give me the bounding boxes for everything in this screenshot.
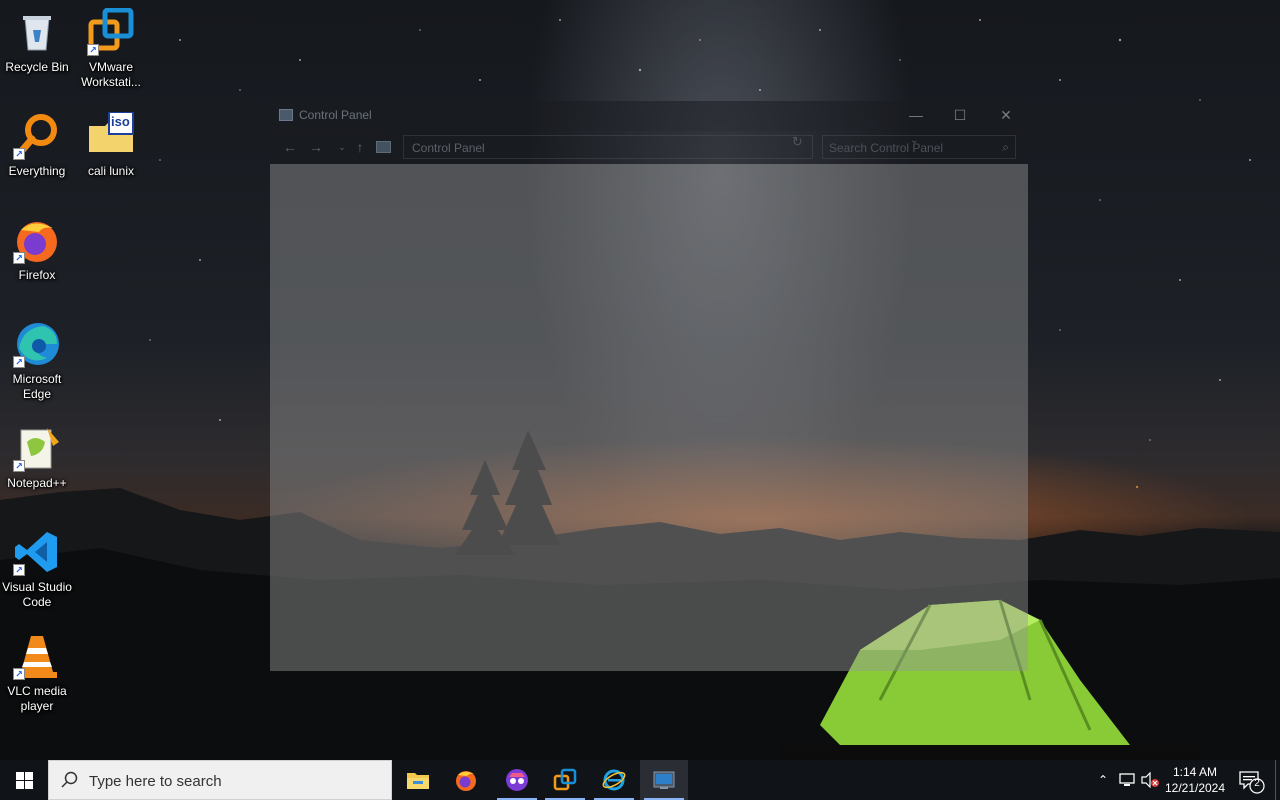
window-content-area[interactable] (270, 164, 1028, 671)
taskbar-incognito-browser[interactable] (493, 760, 541, 800)
desktop-icon-recycle-bin[interactable]: Recycle Bin (0, 8, 74, 75)
taskbar: Type here to search ⌃ 1:14 AM 12/21/2024 (0, 760, 1280, 800)
notification-count: 2 (1254, 778, 1260, 789)
action-center-button[interactable]: 2 (1232, 760, 1268, 800)
clock-time: 1:14 AM (1172, 765, 1218, 779)
incognito-browser-icon (506, 769, 528, 791)
desktop-icon-label: Notepad++ (7, 476, 67, 490)
desktop-icon-label: Everything (8, 164, 66, 178)
shortcut-arrow-icon: ↗ (13, 564, 25, 576)
window-titlebar[interactable]: Control Panel — ☐ ✕ (270, 101, 1028, 131)
desktop-icon-label: VLC media player (7, 684, 67, 713)
vlc-icon: ↗ (13, 632, 61, 680)
show-desktop-button[interactable] (1275, 760, 1280, 800)
shortcut-arrow-icon: ↗ (13, 356, 25, 368)
everything-search-icon: ↗ (13, 112, 61, 160)
taskbar-search-placeholder: Type here to search (89, 773, 222, 790)
edge-icon: ↗ (13, 320, 61, 368)
desktop-icon-vmware[interactable]: ↗ VMware Workstati... (74, 7, 148, 90)
shortcut-arrow-icon: ↗ (13, 460, 25, 472)
desktop-icon-cali-lunix[interactable]: iso cali lunix (74, 111, 148, 179)
forward-button[interactable]: → (306, 138, 326, 156)
taskbar-search-box[interactable]: Type here to search (48, 760, 392, 800)
shortcut-arrow-icon: ↗ (13, 148, 25, 160)
shortcut-arrow-icon: ↗ (87, 44, 99, 56)
refresh-button[interactable]: ↻ (792, 134, 803, 150)
volume-muted-icon[interactable] (1140, 772, 1160, 788)
address-toolbar: ← → ⌄ ↑ Control Panel ⌄ ↻ Search Control… (270, 131, 1028, 164)
start-button[interactable] (0, 760, 48, 800)
clock-date: 12/21/2024 (1164, 781, 1226, 795)
desktop-icon-notepad-plus-plus[interactable]: ↗ Notepad++ (0, 424, 74, 491)
desktop-icon-vscode[interactable]: ↗ Visual Studio Code (0, 528, 74, 610)
shortcut-arrow-icon: ↗ (13, 252, 25, 264)
desktop-icon-everything[interactable]: ↗ Everything (0, 112, 74, 179)
notification-icon (1239, 771, 1265, 794)
desktop-icon-label: Recycle Bin (5, 60, 69, 74)
taskbar-clock[interactable]: 1:14 AM 12/21/2024 (1158, 764, 1232, 796)
desktop-icon-label: Microsoft Edge (12, 372, 62, 401)
search-input[interactable]: Search Control Panel ⌕ (822, 135, 1016, 159)
recycle-bin-icon (13, 8, 61, 56)
minimize-button[interactable]: — (894, 101, 938, 131)
iso-badge: iso (111, 114, 130, 129)
control-panel-icon (279, 109, 293, 121)
address-bar[interactable]: Control Panel (403, 135, 813, 159)
address-text: Control Panel (412, 141, 485, 155)
windows-logo-icon (16, 772, 33, 789)
taskbar-file-explorer[interactable] (394, 760, 442, 800)
back-button[interactable]: ← (280, 138, 300, 156)
vscode-icon: ↗ (13, 528, 61, 576)
internet-explorer-icon (602, 769, 626, 791)
file-explorer-icon (407, 773, 429, 789)
desktop-icon-vlc[interactable]: ↗ VLC media player (0, 632, 74, 714)
firefox-icon: ↗ (13, 216, 61, 264)
control-panel-window[interactable]: Control Panel — ☐ ✕ ← → ⌄ ↑ Control Pane… (270, 101, 1028, 671)
up-button[interactable]: ↑ (350, 138, 370, 156)
firefox-icon (456, 771, 476, 791)
taskbar-firefox[interactable] (442, 760, 490, 800)
control-panel-icon (653, 771, 675, 789)
search-icon: ⌕ (1002, 140, 1009, 154)
notepad-plus-plus-icon: ↗ (13, 424, 61, 472)
taskbar-vmware[interactable] (541, 760, 589, 800)
desktop-icon-edge[interactable]: ↗ Microsoft Edge (0, 320, 74, 402)
desktop-icon-label: Firefox (18, 268, 56, 282)
search-placeholder: Search Control Panel (829, 141, 944, 155)
close-button[interactable]: ✕ (984, 101, 1028, 131)
desktop-icon-firefox[interactable]: ↗ Firefox (0, 216, 74, 283)
vmware-icon: ↗ (87, 7, 135, 56)
window-title: Control Panel (299, 108, 372, 122)
show-hidden-icons-button[interactable]: ⌃ (1094, 760, 1112, 800)
taskbar-internet-explorer[interactable] (590, 760, 638, 800)
desktop-icon-label: cali lunix (87, 164, 135, 178)
desktop-icon-label: Visual Studio Code (2, 580, 72, 609)
desktop-icon-label: VMware Workstati... (81, 60, 141, 89)
recent-locations-button[interactable]: ⌄ (332, 138, 352, 156)
control-panel-icon (376, 141, 391, 153)
search-icon (61, 771, 78, 788)
network-icon[interactable] (1118, 772, 1136, 788)
taskbar-control-panel[interactable] (640, 760, 688, 800)
maximize-button[interactable]: ☐ (938, 101, 982, 131)
vmware-icon (553, 768, 577, 791)
shortcut-arrow-icon: ↗ (13, 668, 25, 680)
iso-folder-icon: iso (87, 111, 135, 160)
